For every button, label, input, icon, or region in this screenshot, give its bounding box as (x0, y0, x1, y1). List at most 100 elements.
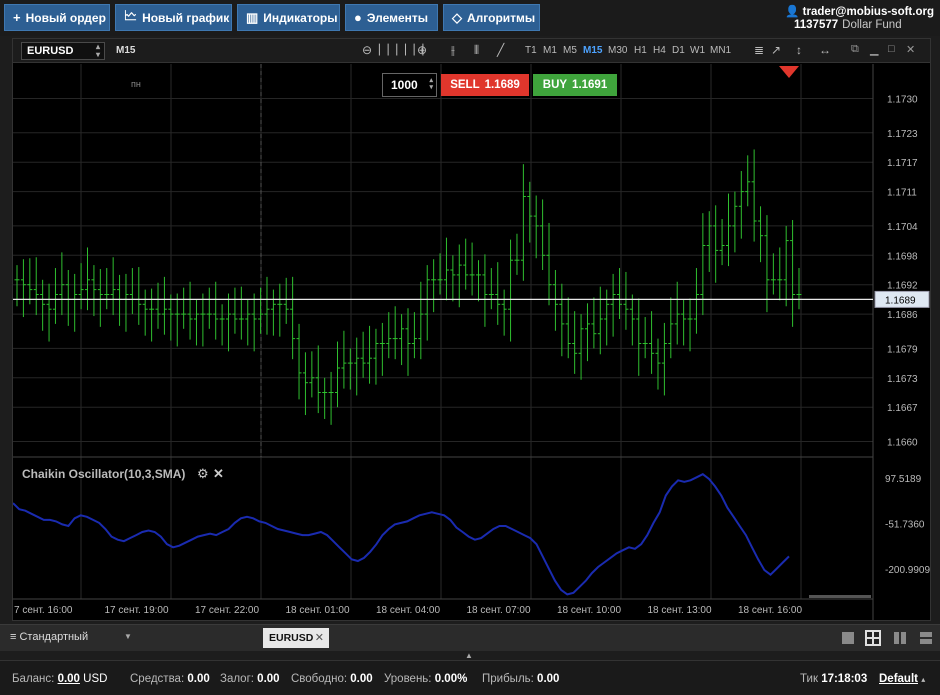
margin-level: Уровень: 0.00% (384, 673, 468, 685)
new-chart-button[interactable]: 🗠 Новый график (115, 4, 232, 31)
tf-t1[interactable]: T1 (525, 45, 537, 56)
tick-time: Тик 17:18:03 (800, 673, 868, 685)
time-tick-label: 18 сент. 07:00 (467, 605, 531, 616)
objects-icon[interactable]: ≣ (754, 43, 764, 57)
chart-icon: 🗠 (124, 7, 138, 23)
trendline-icon[interactable]: ↗ (771, 43, 781, 57)
indicators-button[interactable]: ▥ Индикаторы (237, 4, 340, 31)
tf-m1[interactable]: M1 (543, 45, 557, 56)
status-bar: Баланс: 0.00 USD Средства: 0.00 Залог: 0… (0, 660, 940, 695)
gear-icon[interactable]: ⚙ (197, 466, 209, 482)
timeframe-label: M15 (116, 45, 136, 56)
main-toolbar: + Новый ордер 🗠 Новый график ▥ Индикаторы ●… (0, 0, 940, 36)
layout-horizontal-icon[interactable] (918, 630, 934, 646)
detach-icon[interactable]: ⧉ (851, 43, 859, 56)
account-number: 1137577 (794, 19, 839, 31)
line-chart-icon[interactable]: ╱ (497, 43, 504, 57)
close-icon[interactable]: ✕ (213, 466, 224, 482)
indicators-icon: ▥ (246, 9, 259, 25)
chart-tabbar: ≡ Стандартный ▼ EURUSD ✕ (0, 624, 940, 651)
price-tick-label: 1.1686 (887, 310, 918, 321)
tf-w1[interactable]: W1 (690, 45, 705, 56)
layout-vertical-icon[interactable] (892, 630, 908, 646)
tab-eurusd[interactable]: EURUSD ✕ (263, 628, 329, 648)
current-price-label: 1.1689 (885, 295, 916, 306)
free-margin: Свободно: 0.00 (291, 673, 373, 685)
time-tick-label: 18 сент. 01:00 (286, 605, 350, 616)
profile-select[interactable]: ≡ Стандартный (10, 631, 88, 643)
sell-button[interactable]: SELL 1.1689 (441, 74, 529, 96)
indicator-label: Chaikin Oscillator(10,3,SMA) (22, 467, 186, 481)
new-order-button[interactable]: + Новый ордер (4, 4, 110, 31)
account-fund: Dollar Fund (842, 19, 902, 31)
close-icon[interactable]: ✕ (315, 631, 324, 644)
symbol-select[interactable]: EURUSD ▴ ▾ (21, 42, 105, 60)
minimize-icon[interactable]: ▁ (870, 43, 878, 56)
collapse-arrow-icon[interactable]: ▲ (465, 651, 473, 660)
time-tick-label: 18 сент. 13:00 (648, 605, 712, 616)
chevron-down-icon[interactable]: ▼ (124, 632, 132, 641)
balance: Баланс: 0.00 USD (12, 673, 108, 685)
time-tick-label: 18 сент. 04:00 (376, 605, 440, 616)
price-tick-label: 1.1692 (887, 281, 918, 292)
time-tick-label: 17 сент. 19:00 (105, 605, 169, 616)
tf-h4[interactable]: H4 (653, 45, 666, 56)
tf-m5[interactable]: M5 (563, 45, 577, 56)
price-tick-label: 1.1660 (887, 438, 918, 449)
chart-window: EURUSD ▴ ▾ M15 ⊖ ▏▏▏▏▏▏ ⊕ ⫲ ⫴ ╱ T1 M1 M5 … (12, 38, 931, 621)
buy-button[interactable]: BUY 1.1691 (533, 74, 617, 96)
price-tick-label: 1.1704 (887, 222, 918, 233)
time-tick-label: 18 сент. 10:00 (557, 605, 621, 616)
equity: Средства: 0.00 (130, 673, 210, 685)
zoom-out-icon[interactable]: ⊖ (362, 43, 372, 57)
account-info[interactable]: 👤 trader@mobius-soft.org 1137577 Dollar F… (785, 3, 936, 33)
spinner-icon: ▴ ▾ (95, 42, 100, 59)
algorithms-icon: ◇ (452, 9, 462, 25)
elements-button[interactable]: ● Элементы (345, 4, 438, 31)
layout-single-icon[interactable] (840, 630, 856, 646)
scrollbar (809, 595, 871, 598)
chart-toolbar: EURUSD ▴ ▾ M15 ⊖ ▏▏▏▏▏▏ ⊕ ⫲ ⫴ ╱ T1 M1 M5 … (13, 39, 930, 63)
maximize-icon[interactable]: □ (888, 43, 895, 55)
quantity-input[interactable]: 1000 ▴ ▾ (382, 73, 437, 97)
price-alert-marker (779, 66, 799, 78)
time-tick-label: 17 сент. 22:00 (195, 605, 259, 616)
vertical-line-icon[interactable]: ↕ (796, 43, 802, 57)
profile-name[interactable]: Default ▴ (879, 673, 925, 685)
price-tick-label: 1.1730 (887, 95, 918, 106)
oscillator-tick-label: -200.9909 (885, 565, 930, 576)
account-user: trader@mobius-soft.org (802, 6, 934, 18)
zoom-in-icon[interactable]: ⊕ (417, 43, 427, 57)
candles-icon[interactable]: ⫴ (474, 43, 479, 58)
tf-h1[interactable]: H1 (634, 45, 647, 56)
close-icon[interactable]: ✕ (906, 43, 915, 56)
day-marker: пн (131, 79, 141, 89)
time-tick-label: 7 сент. 16:00 (14, 605, 73, 616)
price-tick-label: 1.1667 (887, 403, 918, 414)
horizontal-line-icon[interactable]: ↔ (819, 43, 831, 57)
elements-icon: ● (354, 10, 362, 25)
price-tick-label: 1.1711 (887, 188, 917, 199)
tf-d1[interactable]: D1 (672, 45, 685, 56)
oscillator-tick-label: 97.5189 (885, 474, 922, 485)
price-tick-label: 1.1723 (887, 129, 918, 140)
spinner-icon[interactable]: ▴ ▾ (429, 77, 433, 91)
tf-m30[interactable]: M30 (608, 45, 627, 56)
time-tick-label: 18 сент. 16:00 (738, 605, 802, 616)
tf-mn1[interactable]: MN1 (710, 45, 731, 56)
bar-chart-icon[interactable]: ⫲ (451, 43, 455, 58)
plus-icon: + (13, 10, 21, 25)
price-tick-label: 1.1673 (887, 374, 918, 385)
layout-grid-icon[interactable] (865, 630, 881, 646)
profit: Прибыль: 0.00 (482, 673, 560, 685)
price-tick-label: 1.1679 (887, 344, 918, 355)
oscillator-tick-label: -51.7360 (885, 519, 925, 530)
price-chart[interactable]: 1.1730 1.1723 1.1717 1.1711 1.1704 1.1698 1.16… (13, 64, 930, 620)
oscillator-line (13, 473, 790, 596)
algorithms-button[interactable]: ◇ Алгоритмы (443, 4, 540, 31)
price-tick-label: 1.1717 (887, 158, 918, 169)
price-tick-label: 1.1698 (887, 251, 918, 262)
margin: Залог: 0.00 (220, 673, 280, 685)
user-icon: 👤 (785, 6, 800, 18)
tf-m15[interactable]: M15 (583, 45, 602, 56)
